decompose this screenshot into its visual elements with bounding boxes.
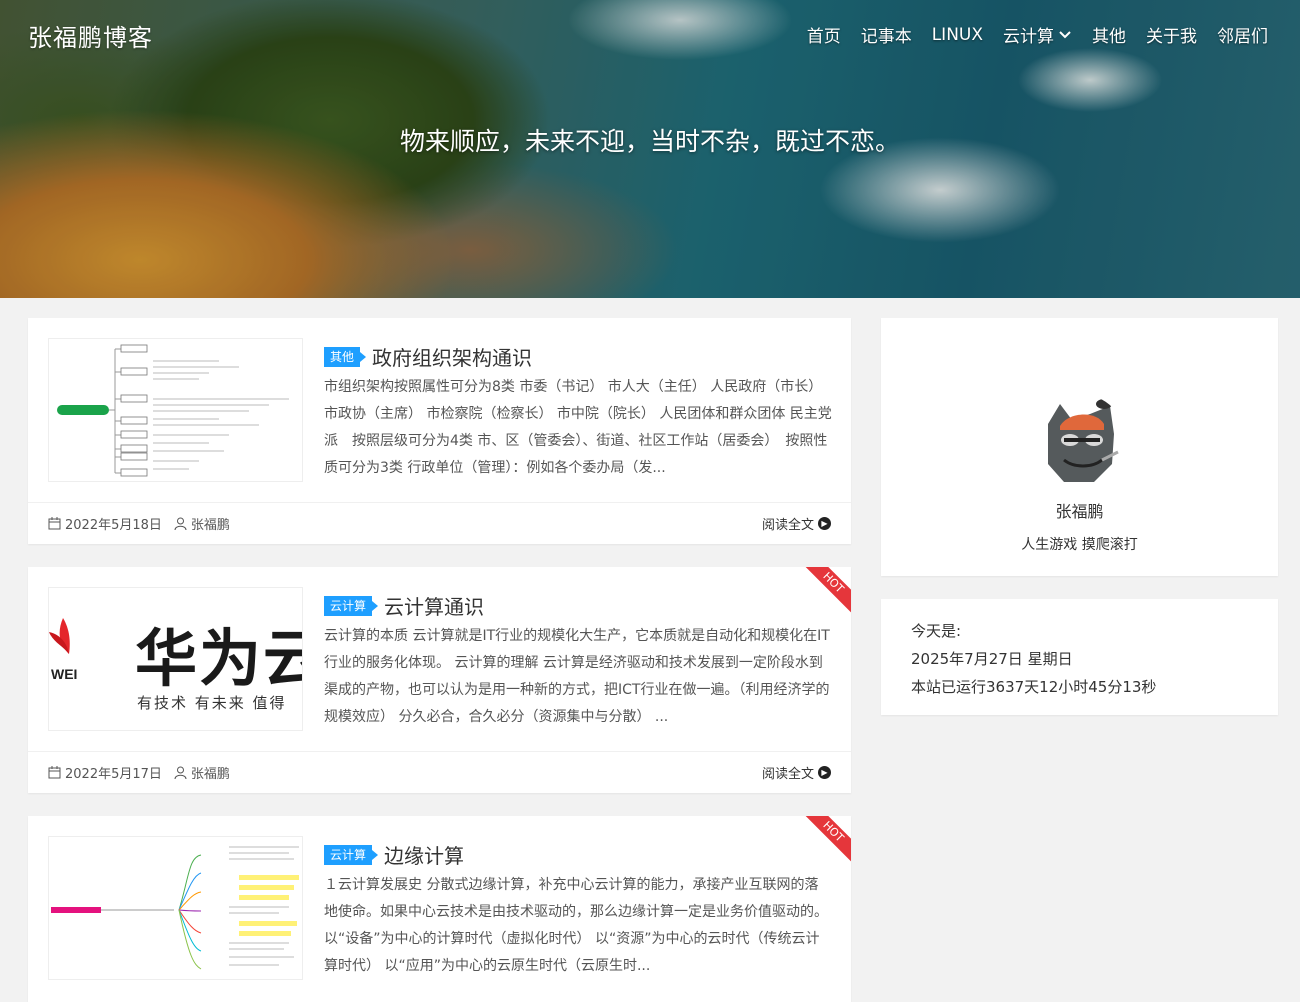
nav-notebook[interactable]: 记事本 (861, 22, 912, 47)
post-card: HOT WEI 华为云 有技术 有未来 值得 云计算 云计算通识 云计算的本质 … (28, 567, 851, 793)
profile-card: 张福鹏 人生游戏 摸爬滚打 (881, 318, 1278, 576)
post-date: 2022年5月17日 (48, 763, 162, 782)
category-badge[interactable]: 其他 (324, 346, 367, 367)
post-thumbnail-mindmap[interactable] (48, 836, 303, 980)
mindmap-thumb (57, 344, 289, 477)
hot-ribbon: HOT (799, 567, 851, 617)
chevron-down-icon (1059, 30, 1071, 38)
post-title[interactable]: 边缘计算 (384, 840, 464, 869)
arrow-right-icon: ▶ (818, 517, 831, 530)
post-footer: 2022年5月17日 张福鹏 阅读全文 ▶ (28, 751, 851, 793)
read-more-link[interactable]: 阅读全文 ▶ (762, 763, 831, 782)
site-uptime: 本站已运行3637天12小时45分13秒 (911, 678, 1157, 696)
main-nav: 首页 记事本 LINUX 云计算 其他 关于我 邻居们 (807, 22, 1268, 48)
post-date-text: 2022年5月18日 (65, 518, 162, 533)
site-info-card: 今天是: 2025年7月27日 星期日 本站已运行3637天12小时45分13秒 (881, 599, 1278, 715)
profile-bio: 人生游戏 摸爬滚打 (1021, 537, 1138, 553)
nav-linux[interactable]: LINUX (932, 22, 983, 47)
post-excerpt: 市组织架构按照属性可分为8类 市委（书记） 市人大（主任） 人民政府（市长） 市… (324, 379, 832, 476)
post-date: 2022年5月18日 (48, 514, 162, 533)
post-header: 其他 政府组织架构通识 (324, 342, 532, 371)
post-thumbnail-huawei[interactable]: WEI 华为云 有技术 有未来 值得 (48, 587, 303, 731)
mindmap-thumb (51, 846, 299, 970)
profile-name[interactable]: 张福鹏 (881, 498, 1278, 522)
post-thumbnail-mindmap[interactable] (48, 338, 303, 482)
thumb-headline: 华为云 (135, 622, 302, 695)
user-icon (174, 766, 187, 779)
today-label: 今天是: (911, 622, 962, 640)
nav-about[interactable]: 关于我 (1146, 22, 1197, 47)
nav-cloud[interactable]: 云计算 (1003, 22, 1072, 47)
post-title[interactable]: 政府组织架构通识 (372, 342, 532, 371)
post-author[interactable]: 张福鹏 (174, 514, 230, 533)
post-author-text: 张福鹏 (190, 767, 230, 782)
thumb-brand-text: WEI (51, 666, 78, 682)
nav-other[interactable]: 其他 (1092, 22, 1126, 47)
nav-home[interactable]: 首页 (807, 22, 841, 47)
post-title[interactable]: 云计算通识 (384, 591, 484, 620)
huawei-logo-icon (49, 618, 70, 654)
avatar[interactable] (1034, 394, 1126, 486)
nav-cloud-label: 云计算 (1003, 27, 1054, 47)
post-date-text: 2022年5月17日 (65, 767, 162, 782)
post-footer: 2022年5月18日 张福鹏 阅读全文 ▶ (28, 502, 851, 544)
post-author[interactable]: 张福鹏 (174, 763, 230, 782)
read-more-label: 阅读全文 (761, 518, 814, 533)
hot-ribbon: HOT (799, 816, 851, 866)
today-date: 2025年7月27日 星期日 (911, 650, 1073, 668)
category-badge[interactable]: 云计算 (324, 844, 379, 865)
thumb-slogan: 有技术 有未来 值得 (137, 694, 287, 712)
post-author-text: 张福鹏 (190, 518, 230, 533)
arrow-right-icon: ▶ (818, 766, 831, 779)
read-more-label: 阅读全文 (761, 767, 814, 782)
nav-friends[interactable]: 邻居们 (1217, 22, 1268, 47)
read-more-link[interactable]: 阅读全文 ▶ (762, 514, 831, 533)
site-title[interactable]: 张福鹏博客 (28, 18, 153, 53)
post-header: 云计算 边缘计算 (324, 840, 464, 869)
category-badge[interactable]: 云计算 (324, 595, 379, 616)
post-card: 其他 政府组织架构通识 市组织架构按照属性可分为8类 市委（书记） 市人大（主任… (28, 318, 851, 544)
hero-banner: 张福鹏博客 首页 记事本 LINUX 云计算 其他 关于我 邻居们 物来顺应，未… (0, 0, 1300, 298)
avatar-image (1034, 394, 1126, 486)
user-icon (174, 517, 187, 530)
post-header: 云计算 云计算通识 (324, 591, 484, 620)
post-excerpt: 云计算的本质 云计算就是IT行业的规模化大生产，它本质就是自动化和规模化在IT行… (324, 628, 830, 725)
calendar-icon (48, 517, 61, 530)
post-excerpt: １云计算发展史 分散式边缘计算，补充中心云计算的能力，承接产业互联网的落地使命。… (324, 877, 828, 974)
post-card: HOT 云计算 边缘计算 １云计算发展史 分散式边缘计算，补充中心云计算的能力，… (28, 816, 851, 1002)
site-motto: 物来顺应，未来不迎，当时不杂，既过不恋。 (399, 127, 900, 156)
calendar-icon (48, 766, 61, 779)
